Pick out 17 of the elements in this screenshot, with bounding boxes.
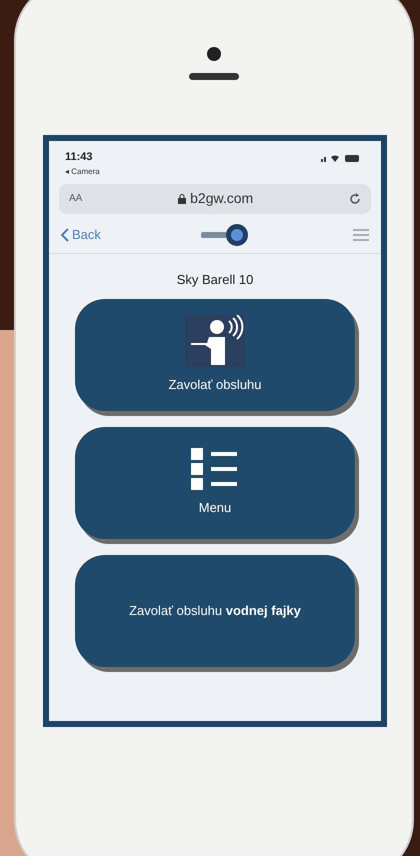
status-time: 11:43 bbox=[65, 150, 94, 165]
page-title: Sky Barell 10 bbox=[176, 270, 254, 289]
camera-icon bbox=[207, 47, 221, 61]
text-size-button[interactable]: AA bbox=[69, 191, 82, 206]
reload-icon[interactable] bbox=[348, 192, 361, 204]
action-button[interactable]: Zavolať obsluhu bbox=[75, 299, 355, 411]
action-button[interactable]: Menu bbox=[75, 427, 355, 539]
chevron-left-icon bbox=[61, 228, 69, 242]
lock-icon bbox=[178, 194, 186, 204]
address-bar[interactable]: AA b2gw.com bbox=[59, 184, 371, 214]
back-to-app-link[interactable]: ◂ Camera bbox=[65, 166, 100, 178]
list-icon bbox=[191, 448, 239, 490]
waiter-icon bbox=[185, 315, 245, 368]
action-button[interactable]: Zavolať obsluhu vodnej fajky bbox=[75, 555, 355, 667]
url-text: b2gw.com bbox=[190, 189, 254, 208]
back-link[interactable]: Back bbox=[61, 225, 101, 245]
speaker-icon bbox=[189, 73, 239, 80]
